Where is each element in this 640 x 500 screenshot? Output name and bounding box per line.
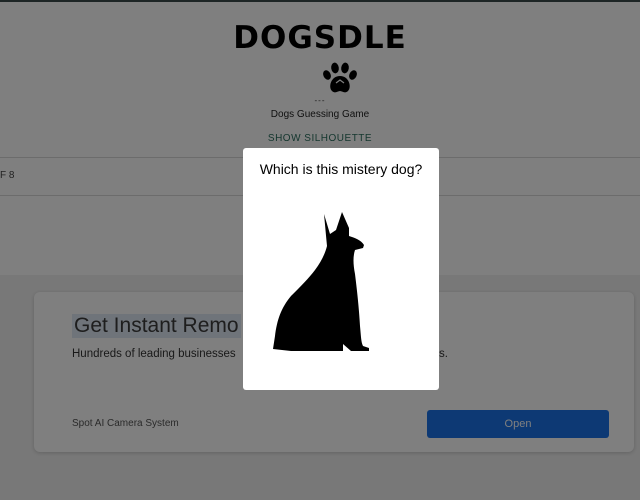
modal-title: Which is this mistery dog? xyxy=(259,161,423,177)
dog-silhouette-icon xyxy=(273,212,369,351)
mystery-dog-modal: Which is this mistery dog? xyxy=(243,148,439,390)
